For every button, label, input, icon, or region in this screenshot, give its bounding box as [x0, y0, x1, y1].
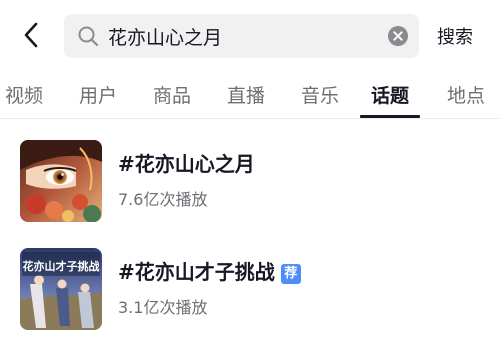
- topic-title-row: #花亦山才子挑战荐: [118, 256, 301, 285]
- search-button[interactable]: 搜索: [437, 23, 473, 49]
- topic-title: #花亦山心之月: [118, 152, 255, 176]
- tab-users[interactable]: 用户: [79, 81, 117, 108]
- recommended-badge: 荐: [280, 264, 301, 284]
- search-icon: [78, 26, 99, 47]
- topic-result[interactable]: #花亦山心之月 7.6亿次播放: [0, 140, 500, 232]
- topic-thumbnail: 花亦山才子挑战: [20, 248, 102, 330]
- topic-play-count: 3.1亿次播放: [118, 298, 208, 317]
- tab-places[interactable]: 地点: [447, 81, 485, 108]
- search-header: 搜索: [0, 0, 500, 70]
- tab-topics[interactable]: 话题: [371, 81, 409, 108]
- clear-icon[interactable]: [387, 25, 409, 47]
- search-input[interactable]: [108, 14, 378, 58]
- topic-play-count: 7.6亿次播放: [118, 190, 208, 209]
- chevron-left-icon: [24, 22, 38, 48]
- tab-live[interactable]: 直播: [227, 81, 265, 108]
- back-button[interactable]: [16, 18, 46, 52]
- topic-result[interactable]: 花亦山才子挑战 #花亦山才子挑战荐 3.1亿次播放: [0, 248, 500, 340]
- topic-thumbnail: [20, 140, 102, 222]
- tab-videos[interactable]: 视频: [5, 81, 43, 108]
- search-box[interactable]: [64, 14, 419, 58]
- thumbnail-caption: 花亦山才子挑战: [23, 259, 100, 273]
- tab-products[interactable]: 商品: [153, 81, 191, 108]
- topic-title: #花亦山才子挑战: [118, 260, 275, 284]
- category-tabs: 视频 用户 商品 直播 音乐 话题 地点: [0, 72, 500, 119]
- tab-music[interactable]: 音乐: [301, 81, 339, 108]
- active-tab-indicator: [360, 115, 420, 118]
